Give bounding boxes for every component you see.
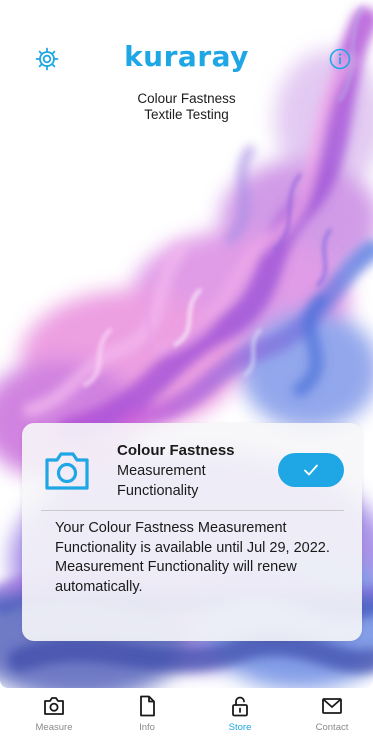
lock-icon [232,696,248,717]
subtitle-line-1: Colour Fastness [137,91,236,106]
functionality-active-toggle[interactable] [278,453,344,487]
envelope-icon [322,698,342,714]
tab-store-label: Store [228,722,252,733]
tab-contact-label: Contact [315,722,349,733]
card-divider [41,510,344,511]
checkmark-icon [304,464,318,476]
renewal-text: Measurement Functionality will renew aut… [55,559,297,595]
document-icon [140,695,155,717]
tab-store[interactable]: Store [200,692,280,744]
tab-measure[interactable]: Measure [14,692,94,744]
card-subtitle: Measurement Functionality [117,463,206,499]
subtitle-line-2: Textile Testing [144,107,229,122]
availability-text: Your Colour Fastness Measurement Functio… [55,520,330,556]
tab-info-label: Info [139,722,155,733]
card-title-block: Colour Fastness Measurement Functionalit… [117,441,277,501]
info-button[interactable] [328,47,352,71]
card-title: Colour Fastness [117,442,235,459]
subscription-card: Colour Fastness Measurement Functionalit… [22,423,362,641]
camera-icon [44,697,64,715]
info-circle-icon [329,48,351,70]
brand-logo: kuraray [124,40,249,73]
app-screen: kuraray Colour Fastness Textile Testing … [0,0,373,751]
tab-info[interactable]: Info [107,692,187,744]
tab-measure-label: Measure [35,722,73,733]
app-subtitle: Colour Fastness Textile Testing [0,91,373,123]
tab-contact[interactable]: Contact [292,692,372,744]
bottom-tab-bar: Measure Info Store Contact [0,688,373,751]
camera-icon [43,450,91,492]
card-body: Your Colour Fastness Measurement Functio… [55,519,345,597]
